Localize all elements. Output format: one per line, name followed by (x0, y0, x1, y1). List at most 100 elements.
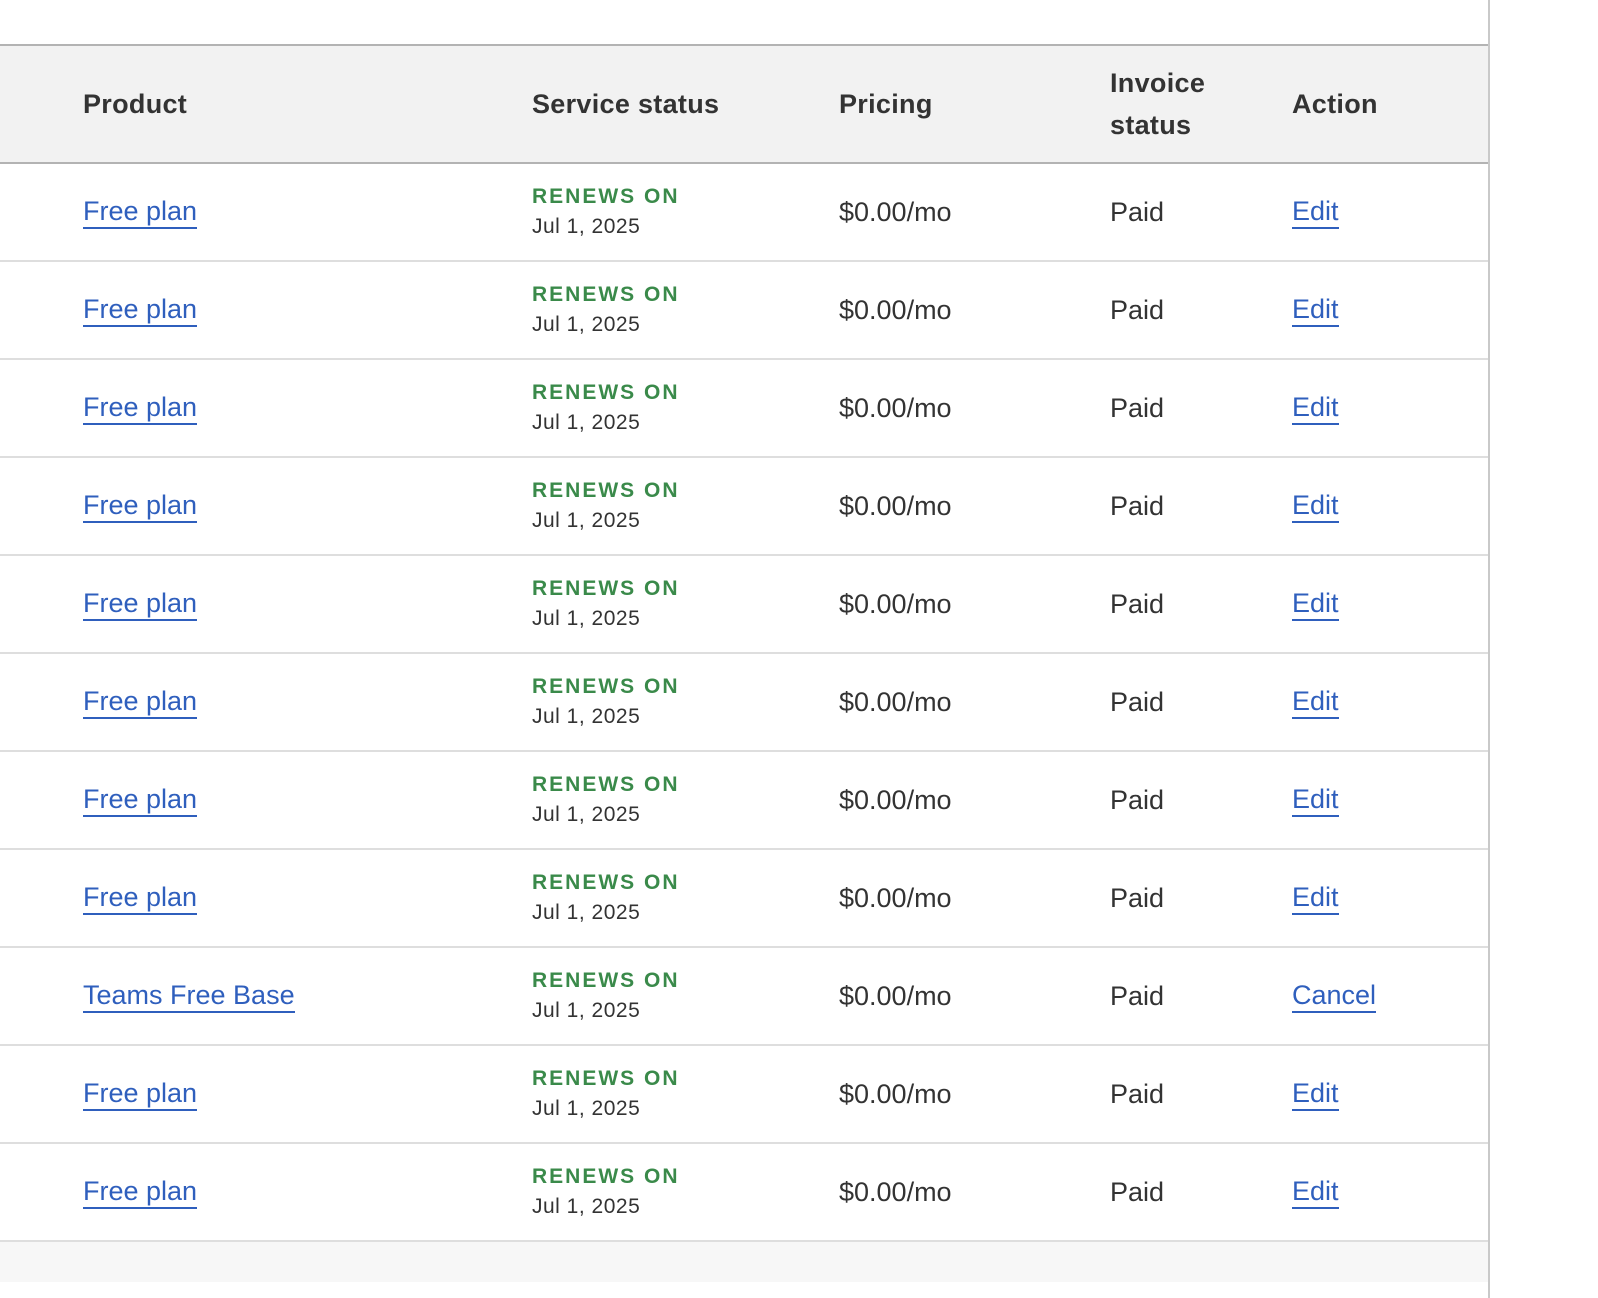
status-block: RENEWS ON Jul 1, 2025 (532, 672, 680, 732)
table-row: Free plan RENEWS ON Jul 1, 2025 $0.00/mo … (0, 556, 1488, 654)
product-link[interactable]: Free plan (83, 881, 198, 915)
renews-label: RENEWS ON (532, 185, 680, 208)
product-cell: Free plan (83, 752, 503, 848)
header-action: Action (1292, 89, 1378, 119)
status-block: RENEWS ON Jul 1, 2025 (532, 378, 680, 438)
product-link[interactable]: Free plan (83, 1175, 198, 1209)
action-cell: Cancel (1292, 948, 1482, 1044)
renew-date: Jul 1, 2025 (532, 1097, 641, 1120)
edit-link[interactable]: Edit (1292, 391, 1339, 425)
renews-label: RENEWS ON (532, 969, 680, 992)
invoice-status-value: Paid (1110, 980, 1165, 1011)
edit-link[interactable]: Edit (1292, 195, 1339, 229)
table-row: Free plan RENEWS ON Jul 1, 2025 $0.00/mo … (0, 262, 1488, 360)
header-product: Product (83, 89, 188, 119)
table-row: Free plan RENEWS ON Jul 1, 2025 $0.00/mo … (0, 164, 1488, 262)
service-status-cell: RENEWS ON Jul 1, 2025 (532, 654, 822, 750)
renews-label: RENEWS ON (532, 1165, 680, 1188)
edit-link[interactable]: Edit (1292, 1077, 1339, 1111)
product-link[interactable]: Free plan (83, 1077, 198, 1111)
product-link[interactable]: Free plan (83, 685, 198, 719)
service-status-cell: RENEWS ON Jul 1, 2025 (532, 458, 822, 554)
action-cell: Edit (1292, 556, 1482, 652)
pricing-cell: $0.00/mo (839, 458, 1099, 554)
edit-link[interactable]: Edit (1292, 1175, 1339, 1209)
table-row: Free plan RENEWS ON Jul 1, 2025 $0.00/mo … (0, 458, 1488, 556)
service-status-cell: RENEWS ON Jul 1, 2025 (532, 752, 822, 848)
table-footer-strip (0, 1242, 1488, 1282)
product-link[interactable]: Free plan (83, 293, 198, 327)
product-link[interactable]: Free plan (83, 783, 198, 817)
invoice-cell: Paid (1110, 752, 1270, 848)
renew-date: Jul 1, 2025 (532, 313, 641, 336)
header-pricing: Pricing (839, 89, 933, 119)
status-block: RENEWS ON Jul 1, 2025 (532, 868, 680, 928)
edit-link[interactable]: Edit (1292, 881, 1339, 915)
renews-label: RENEWS ON (532, 577, 680, 600)
invoice-status-value: Paid (1110, 686, 1165, 717)
table-body: Free plan RENEWS ON Jul 1, 2025 $0.00/mo … (0, 164, 1488, 1242)
right-gutter (1492, 0, 1598, 1298)
edit-link[interactable]: Edit (1292, 783, 1339, 817)
pricing-cell: $0.00/mo (839, 360, 1099, 456)
renew-date: Jul 1, 2025 (532, 509, 641, 532)
edit-link[interactable]: Edit (1292, 685, 1339, 719)
renew-date: Jul 1, 2025 (532, 215, 641, 238)
service-status-cell: RENEWS ON Jul 1, 2025 (532, 948, 822, 1044)
pricing-cell: $0.00/mo (839, 556, 1099, 652)
renews-label: RENEWS ON (532, 675, 680, 698)
product-cell: Free plan (83, 556, 503, 652)
pricing-cell: $0.00/mo (839, 948, 1099, 1044)
pricing-cell: $0.00/mo (839, 1046, 1099, 1142)
invoice-cell: Paid (1110, 1144, 1270, 1240)
action-cell: Edit (1292, 458, 1482, 554)
price-value: $0.00/mo (839, 392, 952, 423)
invoice-cell: Paid (1110, 1046, 1270, 1142)
invoice-cell: Paid (1110, 850, 1270, 946)
action-cell: Edit (1292, 360, 1482, 456)
service-status-cell: RENEWS ON Jul 1, 2025 (532, 360, 822, 456)
product-link[interactable]: Free plan (83, 587, 198, 621)
edit-link[interactable]: Edit (1292, 587, 1339, 621)
product-link[interactable]: Free plan (83, 195, 198, 229)
action-cell: Edit (1292, 1144, 1482, 1240)
service-status-cell: RENEWS ON Jul 1, 2025 (532, 850, 822, 946)
table-row: Free plan RENEWS ON Jul 1, 2025 $0.00/mo … (0, 1046, 1488, 1144)
pricing-cell: $0.00/mo (839, 752, 1099, 848)
table-row: Free plan RENEWS ON Jul 1, 2025 $0.00/mo … (0, 850, 1488, 948)
action-cell: Edit (1292, 654, 1482, 750)
action-cell: Edit (1292, 164, 1482, 260)
pricing-cell: $0.00/mo (839, 164, 1099, 260)
table-row: Free plan RENEWS ON Jul 1, 2025 $0.00/mo … (0, 654, 1488, 752)
product-link[interactable]: Free plan (83, 391, 198, 425)
service-status-cell: RENEWS ON Jul 1, 2025 (532, 1144, 822, 1240)
product-cell: Free plan (83, 850, 503, 946)
product-link[interactable]: Free plan (83, 489, 198, 523)
renew-date: Jul 1, 2025 (532, 411, 641, 434)
status-block: RENEWS ON Jul 1, 2025 (532, 574, 680, 634)
action-cell: Edit (1292, 1046, 1482, 1142)
header-invoice-status: Invoice status (1110, 68, 1206, 140)
edit-link[interactable]: Edit (1292, 293, 1339, 327)
invoice-status-value: Paid (1110, 294, 1165, 325)
status-block: RENEWS ON Jul 1, 2025 (532, 966, 680, 1026)
edit-link[interactable]: Edit (1292, 489, 1339, 523)
invoice-status-value: Paid (1110, 392, 1165, 423)
service-status-cell: RENEWS ON Jul 1, 2025 (532, 1046, 822, 1142)
price-value: $0.00/mo (839, 196, 952, 227)
invoice-status-value: Paid (1110, 588, 1165, 619)
cancel-link[interactable]: Cancel (1292, 979, 1377, 1013)
price-value: $0.00/mo (839, 784, 952, 815)
price-value: $0.00/mo (839, 686, 952, 717)
table-row: Free plan RENEWS ON Jul 1, 2025 $0.00/mo … (0, 1144, 1488, 1242)
pricing-cell: $0.00/mo (839, 1144, 1099, 1240)
product-link[interactable]: Teams Free Base (83, 979, 295, 1013)
status-block: RENEWS ON Jul 1, 2025 (532, 1162, 680, 1222)
table-row: Free plan RENEWS ON Jul 1, 2025 $0.00/mo … (0, 360, 1488, 458)
invoice-cell: Paid (1110, 556, 1270, 652)
invoice-status-value: Paid (1110, 1078, 1165, 1109)
status-block: RENEWS ON Jul 1, 2025 (532, 280, 680, 340)
renews-label: RENEWS ON (532, 1067, 680, 1090)
pricing-cell: $0.00/mo (839, 850, 1099, 946)
status-block: RENEWS ON Jul 1, 2025 (532, 1064, 680, 1124)
